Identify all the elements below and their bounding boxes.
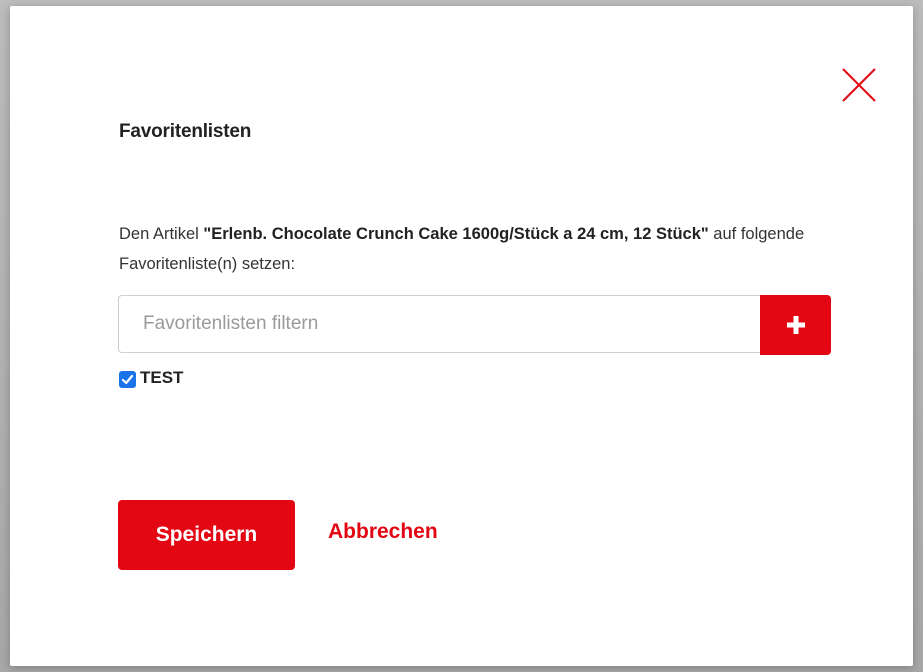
close-icon [842,68,876,102]
dialog-description: Den Artikel "Erlenb. Chocolate Crunch Ca… [119,219,839,279]
add-list-button[interactable] [760,295,831,355]
close-button[interactable] [840,66,878,104]
plus-icon [786,316,805,334]
favorites-filter-input[interactable] [118,295,760,353]
checkmark-icon [121,374,134,385]
save-button[interactable]: Speichern [118,500,295,570]
favorite-list-item[interactable]: TEST [119,367,183,389]
list-label: TEST [140,368,184,387]
dialog-title: Favoritenlisten [119,121,252,142]
list-checkbox[interactable] [119,371,136,388]
favorites-dialog: Favoritenlisten Den Artikel "Erlenb. Cho… [10,6,913,666]
article-name: "Erlenb. Chocolate Crunch Cake 1600g/Stü… [203,225,709,243]
description-prefix: Den Artikel [119,225,204,243]
filter-row [118,295,831,355]
cancel-button[interactable]: Abbrechen [328,520,438,544]
